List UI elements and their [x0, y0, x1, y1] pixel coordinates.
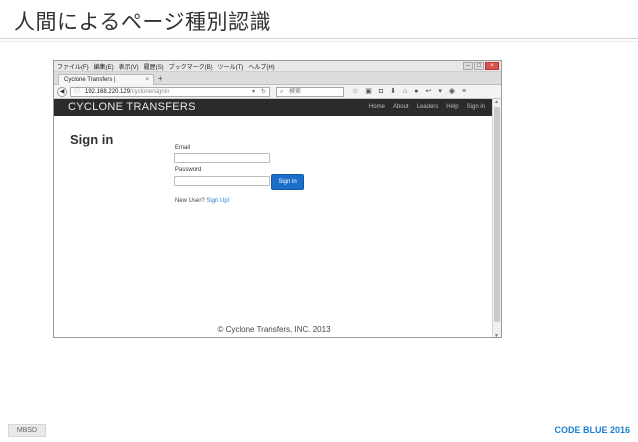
menu-help[interactable]: ヘルプ(H) — [248, 62, 274, 71]
addon-icon[interactable]: ◉ — [449, 87, 455, 97]
signin-heading: Sign in — [70, 132, 114, 147]
search-placeholder: 検索 — [289, 89, 302, 95]
nav-leaders[interactable]: Leaders — [417, 103, 439, 112]
pocket-icon[interactable]: ◘ — [379, 87, 383, 97]
window-controls: – □ × — [463, 62, 499, 70]
site-header: CYCLONE TRANSFERS Home About Leaders Hel… — [54, 99, 501, 116]
minimize-icon[interactable]: – — [463, 62, 473, 70]
nav-home[interactable]: Home — [369, 103, 385, 112]
title-divider-secondary — [0, 41, 638, 42]
download-icon[interactable]: ⬇ — [390, 87, 396, 97]
toolbar-icons: ☆ ▣ ◘ ⬇ ⌂ ● ↩ ▾ ◉ ≡ — [352, 87, 466, 97]
nav-sign-in[interactable]: Sign in — [467, 103, 485, 112]
email-label: Email — [175, 145, 191, 151]
tab-title: Cyclone Transfers | — [64, 77, 116, 83]
footer-event: CODE BLUE 2016 — [554, 425, 630, 435]
maximize-icon[interactable]: □ — [474, 62, 484, 70]
page-scrollbar[interactable]: ▲ ▼ — [492, 99, 501, 337]
menu-edit[interactable]: 編集(E) — [94, 62, 114, 71]
home-icon[interactable]: ⌂ — [403, 87, 407, 97]
back-arrow-icon[interactable]: ◀ — [57, 87, 67, 97]
sign-in-button[interactable]: Sign in — [271, 174, 304, 190]
scroll-down-icon[interactable]: ▼ — [494, 333, 499, 337]
menu-bookmarks[interactable]: ブックマーク(B) — [169, 62, 213, 71]
site-brand[interactable]: CYCLONE TRANSFERS — [68, 101, 196, 114]
menu-hamburger-icon[interactable]: ≡ — [462, 87, 466, 97]
menu-history[interactable]: 履歴(S) — [144, 62, 164, 71]
footer-logo: MBSD — [8, 424, 46, 437]
search-icon: ⌕ — [280, 89, 284, 95]
url-path: /cyclone/signin — [130, 89, 170, 95]
overflow-icon[interactable]: ▾ — [438, 87, 442, 97]
password-label: Password — [175, 167, 202, 173]
site-footer: © Cyclone Transfers, INC. 2013 — [217, 325, 331, 334]
site-nav: Home About Leaders Help Sign in — [369, 103, 485, 112]
tab-close-icon[interactable]: × — [145, 75, 149, 85]
scroll-up-icon[interactable]: ▲ — [494, 99, 499, 105]
sign-up-link[interactable]: Sign Up! — [206, 198, 229, 204]
url-dropdown-icon[interactable]: ▾ — [252, 88, 255, 96]
tab-bar: Cyclone Transfers | × + — [54, 72, 501, 85]
clipboard-icon[interactable]: ▣ — [365, 87, 372, 97]
nav-about[interactable]: About — [393, 103, 409, 112]
search-bar[interactable]: ⌕ 検索 — [276, 87, 344, 97]
bookmark-star-icon[interactable]: ☆ — [352, 87, 358, 97]
nav-help[interactable]: Help — [446, 103, 458, 112]
url-host: 192.168.220.129 — [85, 89, 131, 95]
page-info-icon[interactable]: ⓘ — [74, 88, 80, 96]
email-field[interactable] — [174, 153, 270, 163]
close-window-icon[interactable]: × — [485, 62, 499, 70]
reload-icon[interactable]: ↻ — [261, 88, 266, 96]
share-icon[interactable]: ↩ — [425, 87, 431, 97]
new-user-text: New User? — [175, 198, 205, 204]
menu-tools[interactable]: ツール(T) — [218, 62, 244, 71]
menu-file[interactable]: ファイル(F) — [57, 62, 89, 71]
menu-bar: ファイル(F) 編集(E) 表示(V) 履歴(S) ブックマーク(B) ツール(… — [54, 61, 501, 72]
url-bar[interactable]: ⓘ 192.168.220.129/cyclone/signin ▾ ↻ — [70, 87, 270, 97]
scrollbar-thumb[interactable] — [494, 107, 500, 322]
password-field[interactable] — [174, 176, 270, 186]
title-divider — [0, 38, 638, 39]
slide-title: 人間によるページ種別認識 — [14, 10, 271, 34]
browser-window: ファイル(F) 編集(E) 表示(V) 履歴(S) ブックマーク(B) ツール(… — [53, 60, 502, 338]
new-tab-icon[interactable]: + — [158, 74, 163, 84]
chat-icon[interactable]: ● — [414, 87, 418, 97]
navigation-bar: ◀ ⓘ 192.168.220.129/cyclone/signin ▾ ↻ ⌕… — [54, 85, 501, 99]
browser-tab[interactable]: Cyclone Transfers | × — [58, 74, 154, 85]
menu-view[interactable]: 表示(V) — [119, 62, 139, 71]
new-user-prompt: New User? Sign Up! — [175, 198, 229, 204]
